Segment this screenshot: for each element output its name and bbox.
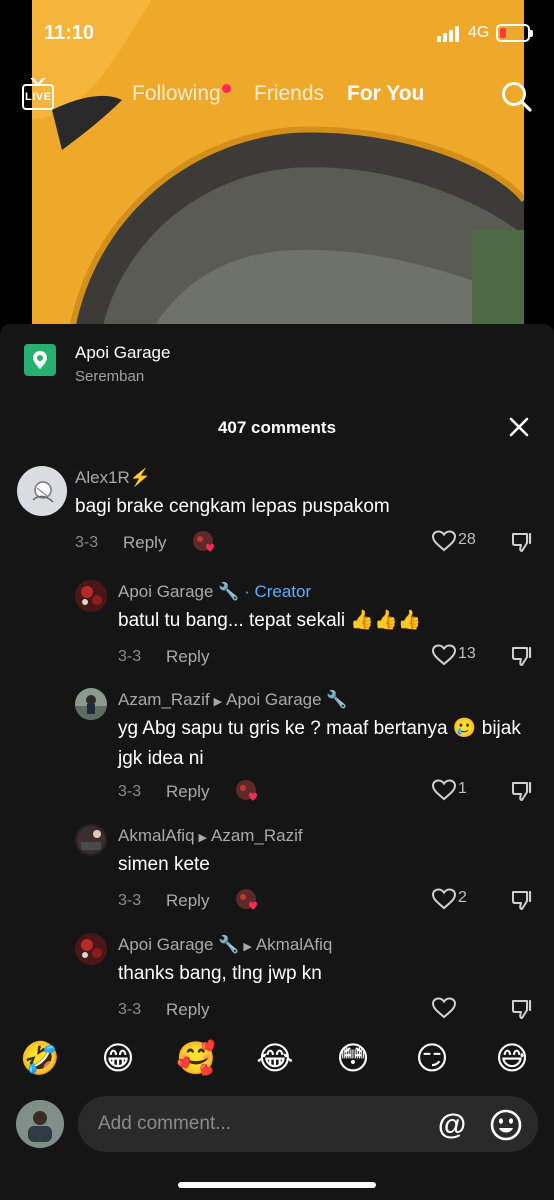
comment-username[interactable]: Apoi Garage 🔧 · Creator — [118, 582, 311, 602]
comment-date: 3-3 — [118, 783, 142, 800]
reply-to-username[interactable]: AkmalAfiq — [256, 935, 333, 954]
status-bar: 11:10 4G — [0, 0, 554, 64]
reply-button[interactable]: Reply — [166, 647, 209, 667]
comment-date: 3-3 — [118, 648, 142, 665]
emoji-button[interactable]: 🤣 — [16, 1034, 64, 1082]
tab-following-label: Following — [132, 82, 221, 105]
search-icon[interactable] — [500, 80, 532, 112]
battery-icon — [496, 24, 533, 42]
emoji-button[interactable]: 🥰 — [172, 1034, 220, 1082]
comment-input-placeholder: Add comment... — [98, 1113, 232, 1134]
like-button[interactable]: 1 — [431, 779, 492, 803]
reply-button[interactable]: Reply — [123, 533, 166, 553]
comment-username[interactable]: Azam_Razif ▶ Apoi Garage 🔧 — [118, 690, 347, 710]
emoji-button[interactable]: 😏 — [408, 1034, 456, 1082]
comment-input[interactable]: Add comment... — [78, 1096, 538, 1152]
dislike-icon[interactable] — [511, 889, 533, 911]
location-name: Apoi Garage — [75, 343, 171, 362]
mention-button[interactable]: @ — [436, 1110, 468, 1142]
heart-icon — [431, 644, 457, 666]
like-button[interactable]: 28 — [431, 530, 492, 554]
comments-count: 407 comments — [217, 418, 337, 437]
location-pin-icon — [24, 344, 56, 376]
liked-by-creator-badge — [235, 779, 257, 801]
dislike-icon[interactable] — [511, 780, 533, 802]
reply-arrow-icon: ▶ — [213, 696, 223, 708]
liked-by-creator-badge — [192, 530, 214, 552]
comment-username[interactable]: Alex1R⚡️ — [75, 468, 151, 488]
emoji-button[interactable]: 😳 — [329, 1034, 377, 1082]
reply-arrow-icon: ▶ — [198, 832, 207, 844]
comment-text: thanks bang, tlng jwp kn — [118, 963, 322, 984]
liked-by-creator-badge — [235, 888, 257, 910]
reply-button[interactable]: Reply — [166, 891, 209, 911]
location-city: Seremban — [75, 368, 145, 385]
dislike-icon[interactable] — [511, 998, 533, 1020]
avatar[interactable] — [75, 688, 107, 720]
comment-text: simen kete — [118, 854, 210, 875]
heart-icon — [431, 779, 457, 801]
signal-icon — [437, 26, 459, 42]
comment-date: 3-3 — [118, 892, 142, 909]
comment-composer: Add comment... — [0, 1094, 554, 1154]
like-button[interactable]: 13 — [431, 644, 492, 668]
notification-dot — [221, 84, 231, 93]
tab-friends-label: Friends — [254, 82, 325, 105]
comment-text: batul tu bang... tepat sekali 👍👍👍 — [118, 610, 422, 631]
heart-icon — [431, 888, 457, 910]
avatar[interactable] — [75, 824, 107, 856]
comment-date: 3-3 — [118, 1001, 142, 1018]
comment-text: yg Abg sapu tu gris ke ? maaf bertanya 🥲… — [118, 718, 521, 769]
comment-username[interactable]: Apoi Garage 🔧 ▶ AkmalAfiq — [118, 935, 332, 955]
comment-text: bagi brake cengkam lepas puspakom — [75, 496, 390, 517]
emoji-picker-icon[interactable] — [489, 1108, 523, 1142]
dislike-icon[interactable] — [511, 645, 533, 667]
tab-friends[interactable]: Friends — [254, 82, 324, 106]
like-button[interactable] — [431, 997, 492, 1021]
reply-arrow-icon: ▶ — [243, 941, 252, 953]
reply-to-username[interactable]: Azam_Razif — [211, 826, 303, 845]
live-button[interactable]: LIVE — [22, 78, 54, 110]
like-count: 2 — [458, 889, 467, 906]
like-count: 1 — [458, 780, 467, 797]
emoji-quick-bar: 🤣 😁 🥰 😂 😳 😏 😅 — [0, 1034, 554, 1084]
tab-for-you[interactable]: For You — [347, 82, 424, 106]
location-card[interactable]: Apoi Garage Seremban — [0, 324, 554, 394]
heart-icon — [431, 997, 457, 1019]
comment-date: 3-3 — [75, 534, 99, 551]
reply-button[interactable]: Reply — [166, 1000, 209, 1020]
avatar[interactable] — [17, 466, 67, 516]
emoji-button[interactable]: 😁 — [94, 1034, 142, 1082]
avatar[interactable] — [75, 933, 107, 965]
top-nav: LIVE Following Friends For You — [0, 72, 554, 122]
dislike-icon[interactable] — [511, 531, 533, 553]
avatar[interactable] — [75, 580, 107, 612]
creator-tag: · Creator — [244, 582, 312, 601]
reply-to-username[interactable]: Apoi Garage 🔧 — [226, 690, 347, 709]
my-avatar[interactable] — [16, 1100, 64, 1148]
like-button[interactable]: 2 — [431, 888, 492, 912]
emoji-button[interactable]: 😂 — [251, 1034, 299, 1082]
like-count: 13 — [458, 645, 476, 662]
status-time: 11:10 — [44, 22, 95, 44]
emoji-button[interactable]: 😅 — [488, 1034, 536, 1082]
live-label: LIVE — [25, 91, 52, 103]
like-count: 28 — [458, 531, 476, 548]
tab-following[interactable]: Following — [132, 82, 231, 106]
tab-for-you-label: For You — [347, 82, 425, 105]
close-icon[interactable] — [506, 414, 532, 440]
heart-icon — [431, 530, 457, 552]
network-label: 4G — [468, 24, 490, 41]
home-indicator — [178, 1182, 376, 1188]
comment-username[interactable]: AkmalAfiq ▶ Azam_Razif — [118, 826, 303, 846]
reply-button[interactable]: Reply — [166, 782, 209, 802]
